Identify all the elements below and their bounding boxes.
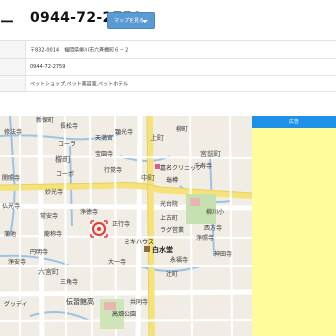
label-takahata: 高畑公園 (112, 310, 136, 318)
address-row-label-cell (0, 41, 26, 58)
shop-marker (144, 246, 150, 252)
label-pets: ラグ営業 (160, 226, 184, 234)
label-kandaji: 神田寺 (214, 250, 232, 258)
category-value: ペットショップ,ペット美容室,ペットホテル (30, 81, 129, 87)
label-kamedaru: 龜樽 (166, 176, 178, 184)
label-daiichi: 大一寺 (108, 258, 126, 266)
ad-area[interactable] (252, 128, 336, 336)
label-eikeiji: 永福寺 (170, 256, 188, 264)
label-tenmangu: 天満宮 (95, 134, 113, 142)
label-myoko: 妙光寺 (45, 188, 63, 196)
label-joan: 常安寺 (40, 212, 58, 220)
label-gyokaku: 行覚寺 (104, 166, 122, 174)
address-value: 〒832-0014 福岡県柳川市六斉棚町６－２ (30, 47, 130, 53)
ad-header: 広告 (252, 116, 336, 128)
chevron-down-icon (142, 20, 148, 23)
label-shojo: 正行寺 (112, 220, 130, 228)
label-kodaiin: 光台院 (160, 200, 178, 208)
tel-row: 0944-72-2759 (0, 58, 336, 75)
tel-row-label-cell (0, 59, 26, 75)
label-nishikata: 西方寺 (204, 224, 222, 232)
label-shuho: 修法寺 (4, 128, 22, 136)
category-row-label-cell (0, 76, 26, 91)
label-dengen: 伝習館高 (66, 297, 94, 306)
label-chosho: 長松寺 (60, 122, 78, 130)
label-kaisho: 開照寺 (2, 174, 20, 182)
address-row: 〒832-0014 福岡県柳川市六斉棚町６－２ (0, 40, 336, 58)
label-joanji2: 浄安寺 (8, 258, 26, 266)
label-josho: 浄照寺 (196, 234, 214, 242)
label-kushifu: 櫛町 (55, 154, 71, 164)
header-dash: ー (0, 15, 14, 31)
label-naka: 中町 (141, 173, 155, 182)
label-tsujimachi: 辻町 (166, 270, 178, 278)
label-bukko: 仏光寺 (2, 202, 20, 210)
label-ryusho: 龍称寺 (44, 230, 62, 238)
label-misaki: 三角寺 (60, 278, 78, 286)
label-yamateimachi: 柳町 (176, 125, 188, 133)
label-coalmart: コーポ (56, 170, 74, 178)
store-map[interactable]: 新保町 櫛町 上町 宮前町 柳町 中町 長松寺 天満宮 宝園寺 修法寺 開照寺 … (0, 116, 252, 336)
map-canvas[interactable]: 新保町 櫛町 上町 宮前町 柳町 中町 長松寺 天満宮 宝園寺 修法寺 開照寺 … (0, 116, 252, 336)
label-clinic: 嘉名クリニック (160, 164, 202, 172)
category-row: ペットショップ,ペット美容室,ペットホテル (0, 75, 336, 92)
label-kochoo: 上古町 (160, 214, 178, 222)
tel-value: 0944-72-2759 (30, 64, 66, 70)
label-kamado: 蒲池 (4, 230, 16, 238)
label-uraki: 上町 (150, 133, 164, 142)
view-map-button[interactable]: マップを見る (107, 12, 155, 29)
view-map-button-label: マップを見る (114, 18, 145, 24)
label-kengoko: 顕光寺 (115, 128, 133, 136)
label-lawson: コーラ (58, 141, 76, 148)
label-kanbe: 共同寺 (130, 298, 148, 306)
label-hoenji: 宝園寺 (95, 150, 113, 158)
page-header: ー 0944-72-2759 マップを見る (0, 0, 336, 40)
label-mikihouse: ミキハウス (124, 238, 154, 246)
label-shinhoroji: 新保町 (36, 116, 54, 124)
label-hakusuido: 白水堂 (152, 245, 173, 254)
label-nonaka: 六宮町 (38, 267, 59, 276)
label-goodday: グッディ (4, 300, 28, 308)
label-miyamaecho: 宮前町 (200, 149, 221, 158)
label-enmyo: 円明寺 (30, 248, 48, 256)
label-yanagawa-school: 柳川小 (206, 208, 224, 216)
label-jitokuji: 浄徳寺 (80, 208, 98, 216)
